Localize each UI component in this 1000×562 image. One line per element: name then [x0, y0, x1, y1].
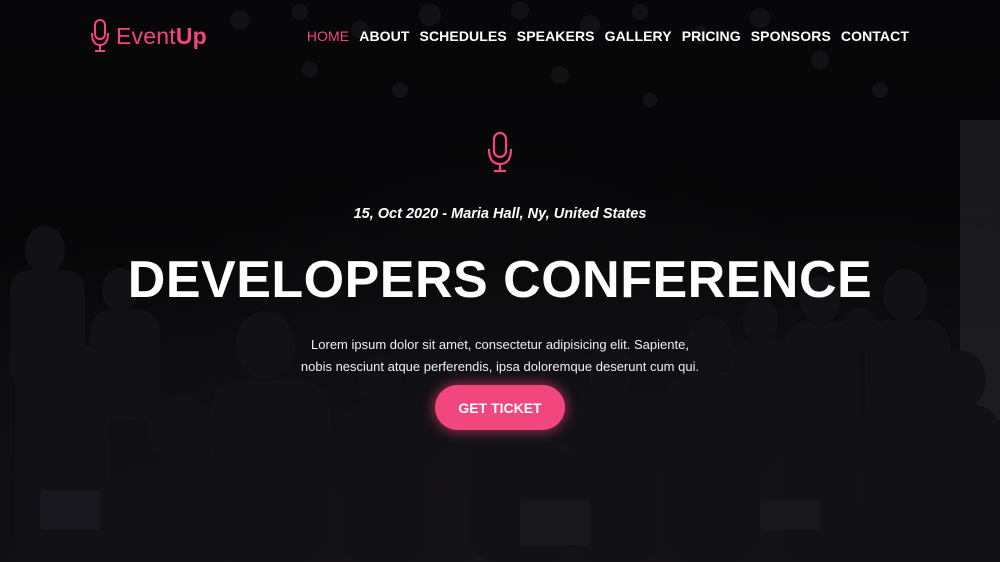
event-date-location: 15, Oct 2020 - Maria Hall, Ny, United St…: [353, 206, 647, 222]
nav-item-schedules[interactable]: SCHEDULES: [420, 28, 507, 44]
hero-title: DEVELOPERS CONFERENCE: [127, 251, 873, 309]
nav-item-contact[interactable]: CONTACT: [841, 28, 909, 44]
nav-item-pricing[interactable]: PRICING: [682, 28, 741, 44]
main-navigation: HOME ABOUT SCHEDULES SPEAKERS GALLERY PR…: [307, 28, 909, 44]
hero-description: Lorem ipsum dolor sit amet, consectetur …: [300, 337, 700, 374]
nav-item-sponsors[interactable]: SPONSORS: [751, 28, 831, 44]
nav-item-speakers[interactable]: SPEAKERS: [517, 28, 595, 44]
nav-item-gallery[interactable]: GALLERY: [605, 28, 672, 44]
microphone-icon: [90, 18, 110, 54]
nav-item-home[interactable]: HOME: [307, 28, 349, 44]
get-ticket-button[interactable]: GET TICKET: [435, 385, 565, 430]
brand-name: EventUp: [116, 23, 207, 50]
microphone-icon: [486, 130, 514, 179]
brand-name-bold: Up: [175, 22, 207, 49]
hero-section: EventUp HOME ABOUT SCHEDULES SPEAKERS GA…: [0, 0, 1000, 562]
brand-logo[interactable]: EventUp: [90, 18, 207, 54]
brand-name-light: Event: [116, 22, 176, 49]
nav-item-about[interactable]: ABOUT: [359, 28, 409, 44]
